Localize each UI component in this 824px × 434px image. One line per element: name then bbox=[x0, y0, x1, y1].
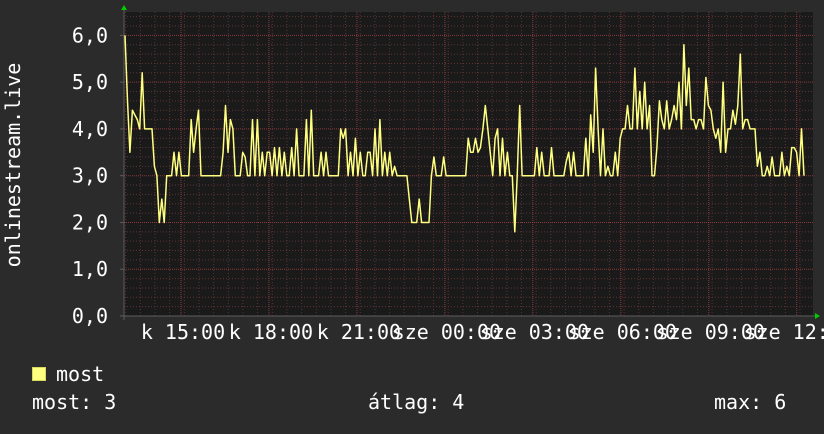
x-tick-label: k 18:00 bbox=[229, 320, 313, 344]
x-tick-label: k 15:00 bbox=[141, 320, 225, 344]
stats-row: most: 3 átlag: 4 max: 6 bbox=[0, 390, 824, 416]
y-axis-title: onlinestream.live bbox=[1, 63, 25, 268]
x-axis-arrow bbox=[815, 313, 820, 319]
y-tick-label: 6,0 bbox=[72, 23, 108, 47]
legend-label: most bbox=[56, 362, 105, 386]
plot-background bbox=[124, 12, 813, 316]
max-value: max: 6 bbox=[714, 390, 787, 414]
y-tick-label: 5,0 bbox=[72, 70, 108, 94]
rrd-graph: 0,0 1,0 2,0 3,0 4,0 5,0 6,0 k 15:00 k 18:00 k 21… bbox=[0, 0, 824, 430]
y-tick-label: 4,0 bbox=[72, 117, 108, 141]
legend: most bbox=[32, 362, 104, 386]
y-tick-label: 1,0 bbox=[72, 257, 108, 281]
legend-swatch bbox=[32, 367, 46, 381]
y-tick-label: 2,0 bbox=[72, 210, 108, 234]
current-value: most: 3 bbox=[32, 390, 117, 414]
y-tick-label: 3,0 bbox=[72, 164, 108, 188]
x-tick-label: sze 12:00 bbox=[745, 320, 824, 344]
y-axis-arrow bbox=[121, 5, 127, 10]
average-value: átlag: 4 bbox=[368, 390, 465, 414]
y-tick-labels: 0,0 1,0 2,0 3,0 4,0 5,0 6,0 bbox=[72, 23, 108, 328]
chart-svg: 0,0 1,0 2,0 3,0 4,0 5,0 6,0 k 15:00 k 18:00 k 21… bbox=[1, 5, 824, 344]
x-tick-label: k 21:00 bbox=[317, 320, 401, 344]
x-tick-labels: k 15:00 k 18:00 k 21:00sze 00:00sze 03:00s… bbox=[141, 320, 824, 344]
y-tick-label: 0,0 bbox=[72, 304, 108, 328]
